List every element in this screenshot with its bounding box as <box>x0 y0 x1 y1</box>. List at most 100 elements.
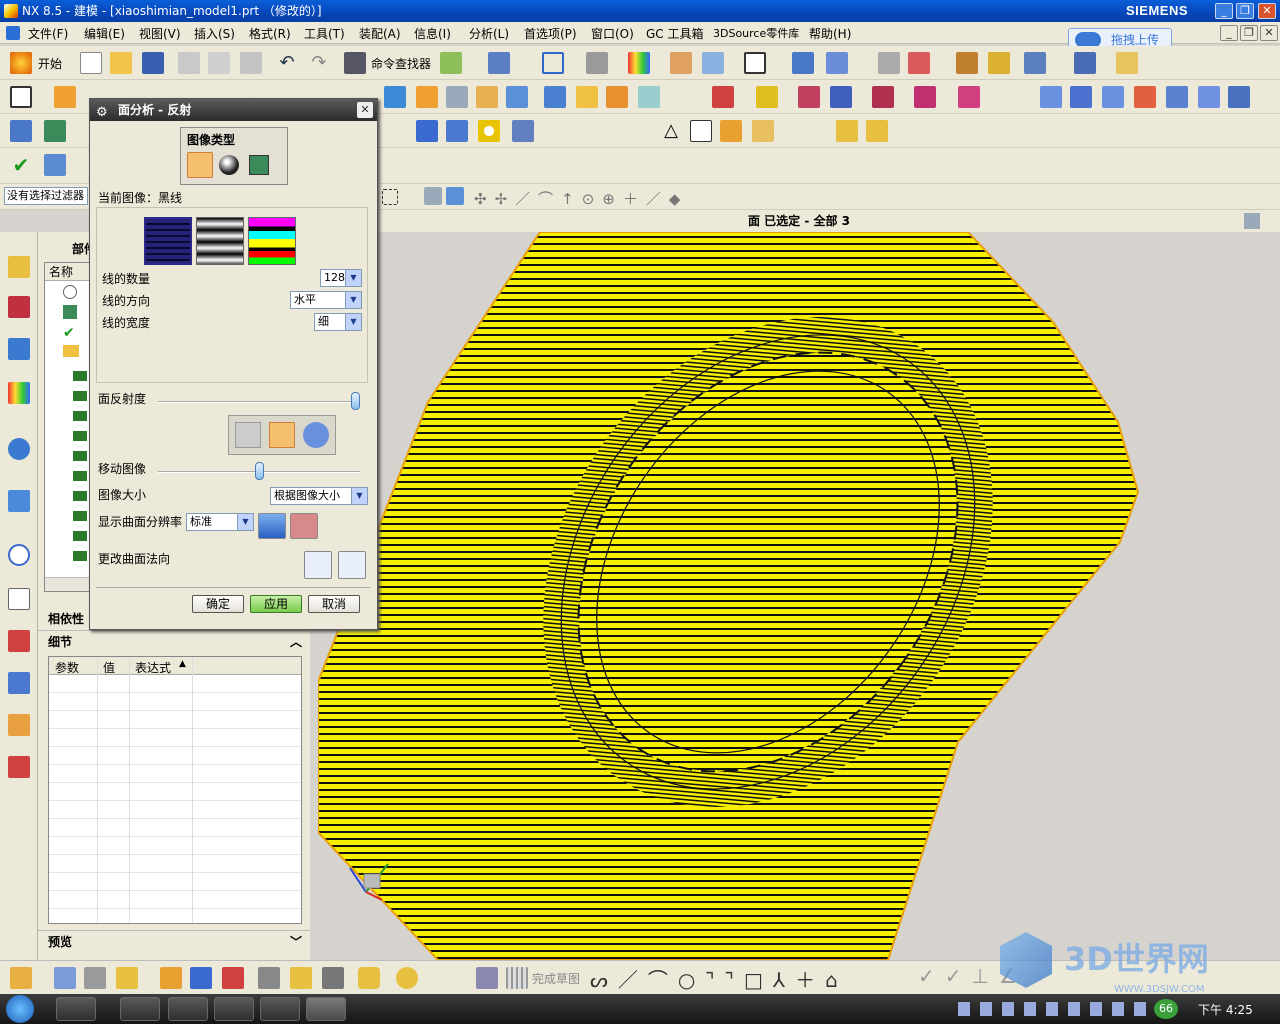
part-tool-icon-8[interactable] <box>290 967 312 989</box>
col-param[interactable]: 参数 <box>55 659 79 676</box>
menu-tools[interactable]: 工具(T) <box>304 25 345 42</box>
feature-icon-6[interactable] <box>544 86 566 108</box>
background-icon[interactable] <box>744 52 766 74</box>
finish-sketch-label[interactable]: 完成草图 <box>532 970 580 987</box>
feature-icon-10[interactable] <box>712 86 734 108</box>
surface-icon-5[interactable] <box>1166 86 1188 108</box>
feature-icon-14[interactable] <box>872 86 894 108</box>
cube-select-icon[interactable] <box>446 187 464 205</box>
group-icon-1[interactable] <box>836 120 858 142</box>
surface-icon-1[interactable] <box>1040 86 1062 108</box>
grid-icon[interactable] <box>1074 52 1096 74</box>
part-navigator-icon[interactable] <box>8 338 30 360</box>
assembly-icon[interactable] <box>792 52 814 74</box>
surface-icon-6[interactable] <box>1198 86 1220 108</box>
feature-icon-5[interactable] <box>506 86 528 108</box>
menu-file[interactable]: 文件(F) <box>28 25 68 42</box>
details-header[interactable]: 细节 ︿ <box>38 630 310 652</box>
cylinder-icon[interactable] <box>416 120 438 142</box>
toolbar-icon-b[interactable] <box>488 52 510 74</box>
sketch-tool-icon[interactable] <box>10 967 32 989</box>
surface-icon-2[interactable] <box>1070 86 1092 108</box>
resolution-select[interactable]: 标准 ▼ <box>186 513 254 531</box>
pen-icon[interactable] <box>446 120 468 142</box>
menu-edit[interactable]: 编辑(E) <box>84 25 125 42</box>
minimize-button[interactable]: _ <box>1215 3 1233 19</box>
menu-analysis[interactable]: 分析(L) <box>469 25 509 42</box>
doc-close-button[interactable]: ✕ <box>1260 25 1278 41</box>
manufacturing-icon[interactable] <box>8 672 30 694</box>
feature-icon-1[interactable] <box>384 86 406 108</box>
dim-image-icon[interactable] <box>235 422 261 448</box>
open-folder-icon[interactable] <box>110 52 132 74</box>
save-icon[interactable] <box>142 52 164 74</box>
feature-icon-3[interactable] <box>446 86 468 108</box>
extrude-icon[interactable] <box>54 86 76 108</box>
menu-view[interactable]: 视图(V) <box>139 25 181 42</box>
refresh-image-icon[interactable] <box>303 422 329 448</box>
menu-gc-toolbox[interactable]: GC 工具箱 <box>646 25 704 42</box>
move-image-slider-thumb[interactable] <box>254 462 264 480</box>
feature-icon-12[interactable] <box>798 86 820 108</box>
black-lines-swatch[interactable] <box>144 217 192 265</box>
reuse-library-icon[interactable] <box>8 382 30 404</box>
surface-icon-3[interactable] <box>1102 86 1124 108</box>
menu-3dsource[interactable]: 3DSource零件库 <box>713 25 799 41</box>
tree-row-history[interactable] <box>63 285 77 299</box>
surface-icon-7[interactable] <box>1228 86 1250 108</box>
color-icon[interactable] <box>628 52 650 74</box>
resize-icon[interactable] <box>1244 213 1260 229</box>
wcs-icon[interactable] <box>908 52 930 74</box>
menu-info[interactable]: 信息(I) <box>414 25 451 42</box>
part-tool-icon-5[interactable] <box>190 967 212 989</box>
task-app-4[interactable] <box>214 997 254 1021</box>
graphics-window[interactable] <box>318 232 1280 960</box>
start-orb-icon[interactable] <box>6 995 34 1023</box>
start-icon[interactable] <box>10 52 32 74</box>
color-lines-swatch[interactable] <box>248 217 296 265</box>
part-tool-icon-2[interactable] <box>84 967 106 989</box>
triangle-icon[interactable]: △ <box>660 120 682 142</box>
part-tool-icon-9[interactable] <box>322 967 344 989</box>
menu-format[interactable]: 格式(R) <box>249 25 291 42</box>
undo-icon[interactable]: ↶ <box>276 52 298 74</box>
cut-icon[interactable] <box>178 52 200 74</box>
command-finder-label[interactable]: 命令查找器 <box>371 55 431 72</box>
menu-preferences[interactable]: 首选项(P) <box>524 25 577 42</box>
dialog-close-button[interactable]: ✕ <box>357 102 373 118</box>
assembly-navigator-icon[interactable] <box>8 256 30 278</box>
select-icon[interactable] <box>1024 52 1046 74</box>
task-app-3[interactable] <box>168 997 208 1021</box>
web-browser-icon[interactable] <box>8 490 30 512</box>
line-image-icon[interactable] <box>187 152 213 178</box>
part-tool-icon-10[interactable] <box>358 967 380 989</box>
menu-window[interactable]: 窗口(O) <box>591 25 634 42</box>
line-direction-select[interactable]: 水平 ▼ <box>290 291 362 309</box>
toolbar-icon-a[interactable] <box>440 52 462 74</box>
tree-row-model-history[interactable] <box>63 345 79 357</box>
part-tool-icon[interactable] <box>54 967 76 989</box>
gradient-lines-swatch[interactable] <box>196 217 244 265</box>
resolution-cube-icon[interactable] <box>258 513 286 539</box>
resolution-settings-icon[interactable] <box>290 513 318 539</box>
line-width-select[interactable]: 细 ▼ <box>314 313 362 331</box>
task-app-1[interactable] <box>56 997 96 1021</box>
ok-button[interactable]: 确定 <box>192 595 244 613</box>
apply-button[interactable]: 应用 <box>250 595 302 613</box>
doc-restore-button[interactable]: ❐ <box>1240 25 1258 41</box>
reflectivity-slider-thumb[interactable] <box>351 392 360 410</box>
binoculars-icon[interactable] <box>344 52 366 74</box>
layer-icon[interactable] <box>670 52 692 74</box>
surface-icon-4[interactable] <box>1134 86 1156 108</box>
part-tool-icon-7[interactable] <box>258 967 280 989</box>
history-icon[interactable] <box>8 544 30 566</box>
feature-icon-2[interactable] <box>416 86 438 108</box>
menu-assembly[interactable]: 装配(A) <box>359 25 401 42</box>
feature-icon-15[interactable] <box>914 86 936 108</box>
check-icon[interactable]: ✔ <box>10 154 32 176</box>
part-tool-icon-11[interactable] <box>396 967 418 989</box>
menu-help[interactable]: 帮助(H) <box>809 25 851 42</box>
col-value[interactable]: 值 <box>103 659 115 676</box>
col-expression[interactable]: 表达式 <box>135 659 171 676</box>
doc-minimize-button[interactable]: _ <box>1220 25 1238 41</box>
